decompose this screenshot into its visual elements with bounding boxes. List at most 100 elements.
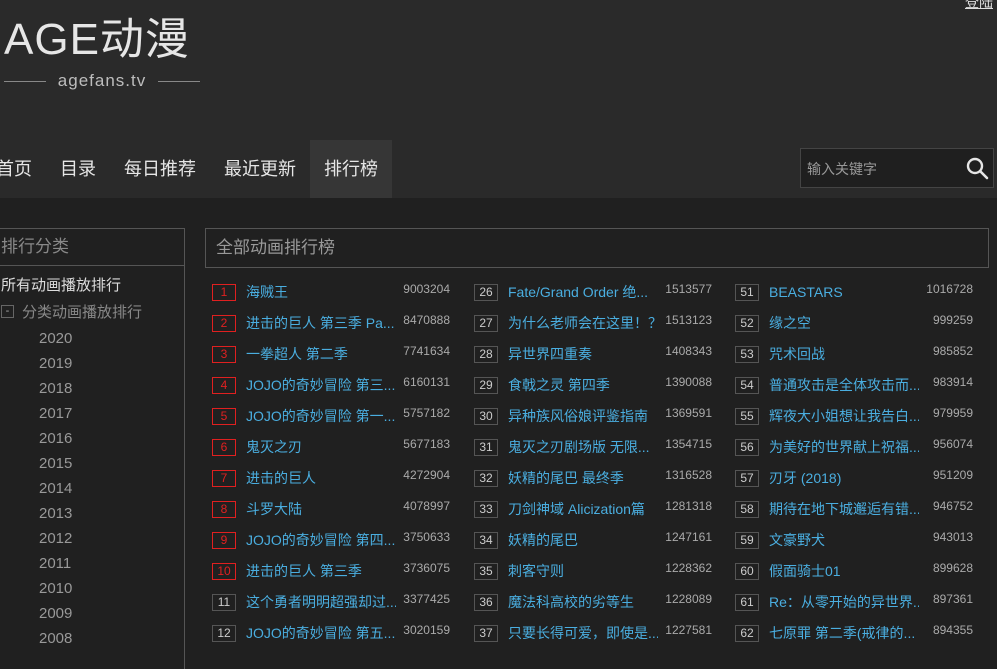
year-item[interactable]: 2013 bbox=[39, 501, 184, 526]
ranking-row[interactable]: 51 BEASTARS 1016728 bbox=[735, 278, 973, 309]
ranking-row[interactable]: 60 假面骑士01 899628 bbox=[735, 557, 973, 588]
anime-title-link[interactable]: 妖精的尾巴 最终季 bbox=[508, 468, 658, 488]
collapse-icon[interactable]: - bbox=[1, 304, 14, 318]
year-item[interactable]: 2010 bbox=[39, 576, 184, 601]
anime-title-link[interactable]: 为美好的世界献上祝福... bbox=[769, 437, 919, 457]
ranking-row[interactable]: 52 缘之空 999259 bbox=[735, 309, 973, 340]
ranking-row[interactable]: 1 海贼王 9003204 bbox=[212, 278, 450, 309]
nav-home[interactable]: 首页 bbox=[0, 140, 46, 198]
ranking-row[interactable]: 34 妖精的尾巴 1247161 bbox=[474, 526, 712, 557]
year-item[interactable]: 2014 bbox=[39, 476, 184, 501]
ranking-row[interactable]: 26 Fate/Grand Order 绝... 1513577 bbox=[474, 278, 712, 309]
ranking-row[interactable]: 59 文豪野犬 943013 bbox=[735, 526, 973, 557]
anime-title-link[interactable]: 魔法科高校的劣等生 bbox=[508, 592, 658, 612]
ranking-row[interactable]: 31 鬼灭之刃剧场版 无限... 1354715 bbox=[474, 433, 712, 464]
year-item[interactable]: 2018 bbox=[39, 376, 184, 401]
nav-rankings[interactable]: 排行榜 bbox=[310, 140, 392, 198]
anime-title-link[interactable]: 进击的巨人 第三季 bbox=[246, 561, 396, 581]
ranking-row[interactable]: 58 期待在地下城邂逅有错... 946752 bbox=[735, 495, 973, 526]
sidebar-all-rankings[interactable]: 所有动画播放排行 bbox=[0, 266, 184, 296]
ranking-row[interactable]: 7 进击的巨人 4272904 bbox=[212, 464, 450, 495]
year-item[interactable]: 2016 bbox=[39, 426, 184, 451]
anime-title-link[interactable]: 刃牙 (2018) bbox=[769, 468, 919, 488]
ranking-row[interactable]: 61 Re：从零开始的异世界... 897361 bbox=[735, 588, 973, 619]
ranking-row[interactable]: 10 进击的巨人 第三季 3736075 bbox=[212, 557, 450, 588]
anime-title-link[interactable]: 异种族风俗娘评鉴指南 bbox=[508, 406, 658, 426]
anime-title-link[interactable]: 七原罪 第二季(戒律的... bbox=[769, 623, 919, 643]
ranking-row[interactable]: 27 为什么老师会在这里！？ 1513123 bbox=[474, 309, 712, 340]
ranking-row[interactable]: 35 刺客守则 1228362 bbox=[474, 557, 712, 588]
ranking-row[interactable]: 36 魔法科高校的劣等生 1228089 bbox=[474, 588, 712, 619]
ranking-row[interactable]: 29 食戟之灵 第四季 1390088 bbox=[474, 371, 712, 402]
anime-title-link[interactable]: JOJO的奇妙冒险 第三... bbox=[246, 375, 396, 395]
year-item[interactable]: 2019 bbox=[39, 351, 184, 376]
ranking-row[interactable]: 4 JOJO的奇妙冒险 第三... 6160131 bbox=[212, 371, 450, 402]
year-item[interactable]: 2009 bbox=[39, 601, 184, 626]
year-item[interactable]: 2012 bbox=[39, 526, 184, 551]
anime-title-link[interactable]: 为什么老师会在这里！？ bbox=[508, 313, 658, 333]
anime-title-link[interactable]: 鬼灭之刃剧场版 无限... bbox=[508, 437, 658, 457]
ranking-row[interactable]: 6 鬼灭之刃 5677183 bbox=[212, 433, 450, 464]
play-count: 5757182 bbox=[403, 406, 450, 420]
ranking-row[interactable]: 12 JOJO的奇妙冒险 第五... 3020159 bbox=[212, 619, 450, 650]
ranking-row[interactable]: 30 异种族风俗娘评鉴指南 1369591 bbox=[474, 402, 712, 433]
ranking-row[interactable]: 9 JOJO的奇妙冒险 第四... 3750633 bbox=[212, 526, 450, 557]
sidebar-category-rankings[interactable]: - 分类动画播放排行 bbox=[0, 296, 184, 326]
nav-catalog[interactable]: 目录 bbox=[46, 140, 110, 198]
anime-title-link[interactable]: JOJO的奇妙冒险 第一... bbox=[246, 406, 396, 426]
year-item[interactable]: 2011 bbox=[39, 551, 184, 576]
ranking-row[interactable]: 2 进击的巨人 第三季 Pa... 8470888 bbox=[212, 309, 450, 340]
ranking-row[interactable]: 8 斗罗大陆 4078997 bbox=[212, 495, 450, 526]
anime-title-link[interactable]: 刀剑神域 Alicization篇 bbox=[508, 499, 658, 519]
anime-title-link[interactable]: JOJO的奇妙冒险 第四... bbox=[246, 530, 396, 550]
search-input[interactable] bbox=[801, 149, 959, 189]
search-icon[interactable] bbox=[965, 156, 989, 180]
anime-title-link[interactable]: BEASTARS bbox=[769, 282, 919, 302]
year-item[interactable]: 2008 bbox=[39, 626, 184, 651]
ranking-row[interactable]: 56 为美好的世界献上祝福... 956074 bbox=[735, 433, 973, 464]
anime-title-link[interactable]: 缘之空 bbox=[769, 313, 919, 333]
play-count: 1247161 bbox=[665, 530, 712, 544]
anime-title-link[interactable]: 进击的巨人 bbox=[246, 468, 396, 488]
play-count: 9003204 bbox=[403, 282, 450, 296]
ranking-row[interactable]: 37 只要长得可爱，即使是... 1227581 bbox=[474, 619, 712, 650]
year-item[interactable]: 2020 bbox=[39, 326, 184, 351]
nav-recent-updates[interactable]: 最近更新 bbox=[210, 140, 310, 198]
anime-title-link[interactable]: 只要长得可爱，即使是... bbox=[508, 623, 658, 643]
ranking-row[interactable]: 55 辉夜大小姐想让我告白... 979959 bbox=[735, 402, 973, 433]
anime-title-link[interactable]: 异世界四重奏 bbox=[508, 344, 658, 364]
anime-title-link[interactable]: 刺客守则 bbox=[508, 561, 658, 581]
anime-title-link[interactable]: 一拳超人 第二季 bbox=[246, 344, 396, 364]
anime-title-link[interactable]: JOJO的奇妙冒险 第五... bbox=[246, 623, 396, 643]
ranking-row[interactable]: 62 七原罪 第二季(戒律的... 894355 bbox=[735, 619, 973, 650]
anime-title-link[interactable]: 普通攻击是全体攻击而... bbox=[769, 375, 919, 395]
ranking-row[interactable]: 5 JOJO的奇妙冒险 第一... 5757182 bbox=[212, 402, 450, 433]
anime-title-link[interactable]: Re：从零开始的异世界... bbox=[769, 592, 919, 612]
ranking-row[interactable]: 54 普通攻击是全体攻击而... 983914 bbox=[735, 371, 973, 402]
ranking-row[interactable]: 3 一拳超人 第二季 7741634 bbox=[212, 340, 450, 371]
ranking-row[interactable]: 53 咒术回战 985852 bbox=[735, 340, 973, 371]
anime-title-link[interactable]: 鬼灭之刃 bbox=[246, 437, 396, 457]
anime-title-link[interactable]: 进击的巨人 第三季 Pa... bbox=[246, 313, 396, 333]
anime-title-link[interactable]: 食戟之灵 第四季 bbox=[508, 375, 658, 395]
ranking-row[interactable]: 57 刃牙 (2018) 951209 bbox=[735, 464, 973, 495]
nav-daily-recommend[interactable]: 每日推荐 bbox=[110, 140, 210, 198]
ranking-row[interactable]: 32 妖精的尾巴 最终季 1316528 bbox=[474, 464, 712, 495]
site-logo[interactable]: AGE动漫 bbox=[4, 12, 190, 68]
ranking-row[interactable]: 11 这个勇者明明超强却过... 3377425 bbox=[212, 588, 450, 619]
anime-title-link[interactable]: 这个勇者明明超强却过... bbox=[246, 592, 396, 612]
anime-title-link[interactable]: 假面骑士01 bbox=[769, 561, 919, 581]
login-link[interactable]: 登陆 bbox=[965, 0, 993, 12]
anime-title-link[interactable]: 辉夜大小姐想让我告白... bbox=[769, 406, 919, 426]
ranking-row[interactable]: 28 异世界四重奏 1408343 bbox=[474, 340, 712, 371]
year-item[interactable]: 2017 bbox=[39, 401, 184, 426]
anime-title-link[interactable]: 妖精的尾巴 bbox=[508, 530, 658, 550]
anime-title-link[interactable]: 斗罗大陆 bbox=[246, 499, 396, 519]
year-item[interactable]: 2015 bbox=[39, 451, 184, 476]
ranking-row[interactable]: 33 刀剑神域 Alicization篇 1281318 bbox=[474, 495, 712, 526]
anime-title-link[interactable]: 咒术回战 bbox=[769, 344, 919, 364]
anime-title-link[interactable]: 文豪野犬 bbox=[769, 530, 919, 550]
anime-title-link[interactable]: Fate/Grand Order 绝... bbox=[508, 282, 658, 302]
anime-title-link[interactable]: 期待在地下城邂逅有错... bbox=[769, 499, 919, 519]
anime-title-link[interactable]: 海贼王 bbox=[246, 282, 396, 302]
